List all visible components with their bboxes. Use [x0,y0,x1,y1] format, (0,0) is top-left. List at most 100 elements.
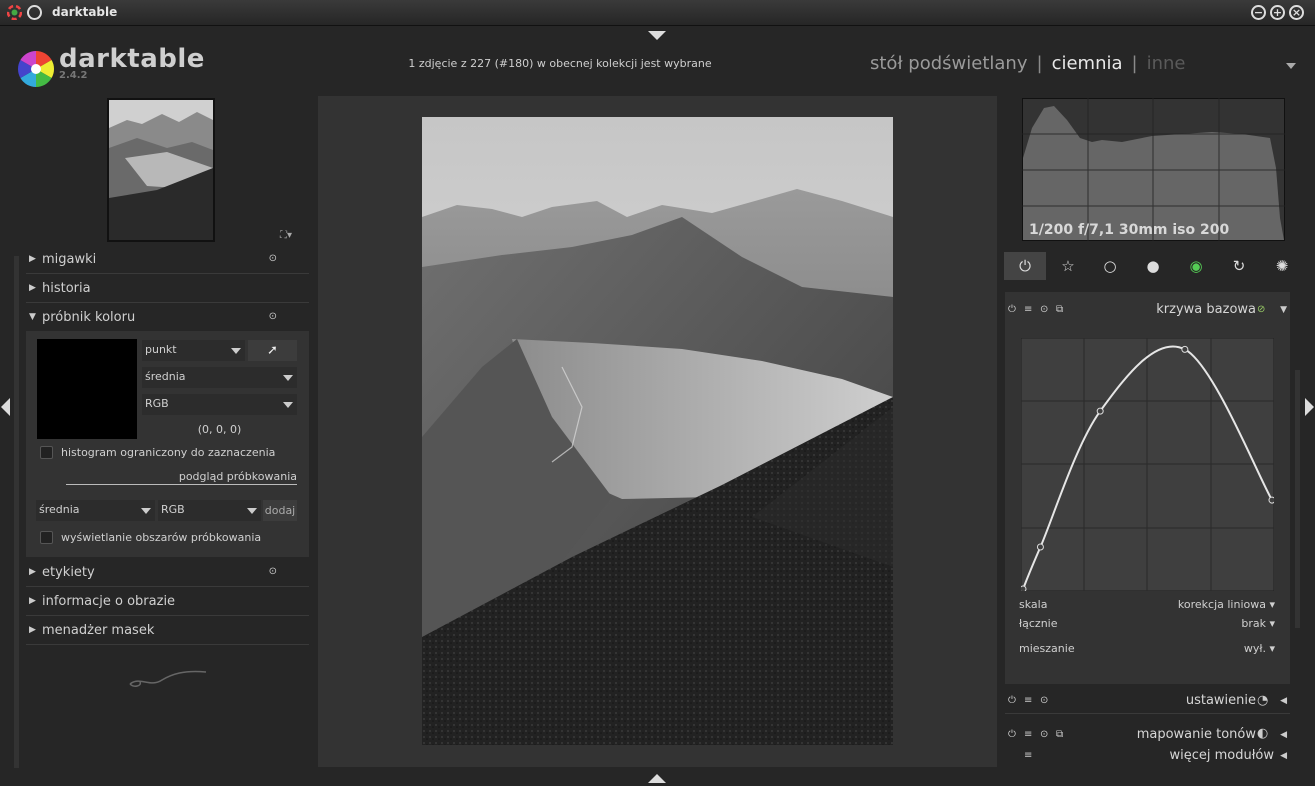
chevron-down-icon [141,508,151,514]
module-reset-icon[interactable]: ⊙ [1040,729,1048,740]
effect-icon[interactable]: ✺ [1261,252,1303,280]
section-label: historia [42,281,91,296]
section-image-info[interactable]: ▶ informacje o obrazie [26,588,309,616]
picker-colorspace-value: RGB [145,397,169,410]
chevron-down-icon [283,375,293,381]
fusion-value[interactable]: brak ▾ [1241,617,1275,630]
collapse-arrow-icon: ▼ [29,312,36,322]
eyedropper-button[interactable]: ➚ [248,340,297,361]
app-version: 2.4.2 [59,70,88,81]
view-darkroom[interactable]: ciemnia [1052,53,1123,74]
collapse-arrow-icon[interactable]: ◀ [1280,730,1287,740]
window-menu-icon[interactable] [27,5,42,20]
module-power-icon[interactable]: ⏻ [1008,304,1016,315]
color-picker-body: punkt ➚ średnia RGB (0, 0, 0) histogram … [26,331,309,557]
exposure-icon: ◔ [1257,693,1269,708]
collapse-arrow-icon[interactable]: ◀ [1280,696,1287,706]
presets-icon[interactable]: ⊙ [269,566,277,577]
module-presets-icon[interactable]: ≡ [1024,750,1032,761]
sample-stat-select[interactable]: średnia [36,500,155,521]
section-snapshots[interactable]: ▶ migawki ⊙ [26,246,309,274]
add-sample-button[interactable]: dodaj [263,500,297,521]
exif-info: 1/200 f/7,1 30mm iso 200 [1029,222,1230,238]
scale-row[interactable]: skala korekcja liniowa ▾ [1019,598,1275,611]
presets-icon[interactable]: ⊙ [269,253,277,264]
top-panel-toggle-icon[interactable] [648,31,666,40]
exposure-header[interactable]: ⏻ ≡ ⊙ ustawienie ◔ ◀ [1005,688,1290,714]
section-label: próbnik koloru [42,310,136,325]
selection-status: 1 zdjęcie z 227 (#180) w obecnej kolekcj… [408,57,712,70]
power-icon[interactable]: ⏻ [1004,252,1046,280]
display-areas-checkbox[interactable] [40,531,53,544]
module-presets-icon[interactable]: ≡ [1024,304,1032,315]
blend-row[interactable]: mieszanie wył. ▾ [1019,642,1275,655]
section-label: menadżer masek [42,623,155,638]
picker-mode-select[interactable]: punkt [142,340,245,361]
view-lighttable[interactable]: stół podświetlany [870,53,1027,74]
star-icon[interactable]: ☆ [1047,252,1089,280]
curve-node[interactable] [1021,585,1027,591]
module-reset-icon[interactable]: ⊙ [1040,695,1048,706]
module-power-icon[interactable]: ⏻ [1008,729,1016,740]
section-mask-manager[interactable]: ▶ menadżer masek [26,617,309,645]
title-bar: darktable − + × [0,0,1315,26]
module-presets-icon[interactable]: ≡ [1024,695,1032,706]
ornament-swirl-icon [129,670,207,687]
left-panel-toggle-icon[interactable] [1,398,10,416]
right-panel-toggle-icon[interactable] [1305,398,1314,416]
base-curve-graph[interactable] [1021,338,1274,591]
collapse-arrow-icon[interactable]: ◀ [1280,751,1287,761]
curve-node[interactable] [1181,345,1189,353]
presets-icon[interactable]: ⊙ [269,311,277,322]
module-presets-icon[interactable]: ≡ [1024,729,1032,740]
blend-value[interactable]: wył. ▾ [1244,642,1275,655]
main-photo[interactable] [422,117,893,745]
left-scrollbar[interactable] [14,256,19,768]
base-curve-header[interactable]: ⏻ ≡ ⊙ ⧉ krzywa bazowa ⊘ ▼ [1005,297,1290,323]
live-samples-label: podgląd próbkowania [66,470,297,485]
minimize-button[interactable]: − [1251,5,1266,20]
picked-color-value: (0, 0, 0) [197,423,242,436]
bottom-panel-toggle-icon[interactable] [648,774,666,783]
more-modules-header[interactable]: ≡ więcej modułów ◀ [1005,743,1290,769]
view-other[interactable]: inne [1147,53,1186,74]
navigation-thumbnail[interactable] [107,98,215,242]
tone-mapping-icon: ◐ [1257,726,1269,741]
module-duplicate-icon[interactable]: ⧉ [1056,304,1063,315]
module-groups: ⏻ ☆ ○ ● ◉ ↻ ✺ [1004,252,1296,280]
histogram-restrict-checkbox[interactable] [40,446,53,459]
circle-icon[interactable]: ○ [1089,252,1131,280]
histogram-restrict-label: histogram ograniczony do zaznaczenia [61,446,276,459]
close-button[interactable]: × [1289,5,1304,20]
thumbnail-zoom-icon[interactable]: ⛶▾ [280,230,292,241]
correct-icon[interactable]: ↻ [1218,252,1260,280]
module-reset-icon[interactable]: ⊙ [1040,304,1048,315]
right-scrollbar[interactable] [1295,370,1300,628]
scale-value-text: korekcja liniowa [1177,598,1266,611]
scale-value[interactable]: korekcja liniowa ▾ [1178,598,1275,611]
picker-colorspace-select[interactable]: RGB [142,394,297,415]
curve-node[interactable] [1036,543,1044,551]
views-dropdown-icon[interactable] [1286,63,1296,69]
expand-arrow-icon: ▶ [29,625,36,635]
blend-label: mieszanie [1019,642,1075,655]
section-history[interactable]: ▶ historia [26,275,309,303]
curve-node[interactable] [1096,407,1104,415]
sample-colorspace-select[interactable]: RGB [158,500,261,521]
expand-arrow-icon: ▶ [29,254,36,264]
sample-colorspace-value: RGB [161,503,185,516]
fusion-row[interactable]: łącznie brak ▾ [1019,617,1275,630]
section-tagging[interactable]: ▶ etykiety ⊙ [26,559,309,587]
picker-stat-select[interactable]: średnia [142,367,297,388]
expand-arrow-icon[interactable]: ▼ [1280,305,1287,315]
maximize-button[interactable]: + [1270,5,1285,20]
color-wheel-icon[interactable]: ◉ [1175,252,1217,280]
module-name: krzywa bazowa [1156,302,1256,317]
sphere-icon[interactable]: ● [1132,252,1174,280]
section-color-picker[interactable]: ▼ próbnik koloru ⊙ [26,304,309,332]
histogram[interactable] [1022,98,1285,241]
display-areas-label: wyświetlanie obszarów próbkowania [61,531,262,544]
curve-node[interactable] [1268,496,1274,504]
module-power-icon[interactable]: ⏻ [1008,695,1016,706]
module-duplicate-icon[interactable]: ⧉ [1056,729,1063,740]
